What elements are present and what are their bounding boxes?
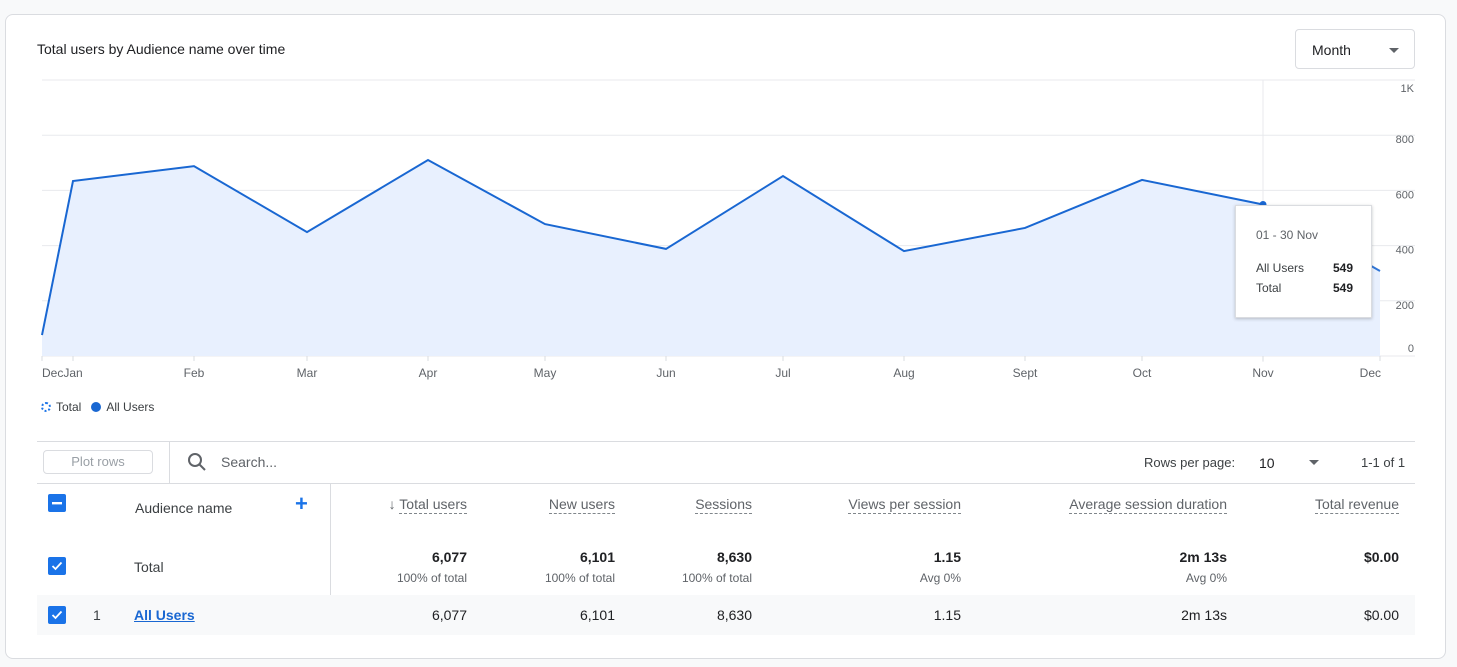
- x-tick-label: Apr: [419, 366, 438, 380]
- line-chart[interactable]: 02004006008001K Dec Jan Feb Mar Apr May Jun Jul…: [0, 0, 1457, 400]
- checkmark-icon: [51, 610, 63, 620]
- table-header: Audience name + ↓ Total users New users …: [37, 483, 1415, 533]
- select-all-checkbox[interactable]: [48, 494, 66, 512]
- dimension-header[interactable]: Audience name: [135, 500, 232, 516]
- tooltip-label: Total: [1256, 281, 1282, 295]
- x-tick-label: May: [534, 366, 557, 380]
- total-total-revenue: $0.00: [1363, 549, 1399, 565]
- total-total-users: 6,077: [431, 549, 467, 565]
- rows-per-page-label: Rows per page:: [1144, 455, 1236, 470]
- x-tick-label: Feb: [184, 366, 205, 380]
- x-tick-label: Aug: [893, 366, 914, 380]
- chevron-down-icon: [1309, 460, 1319, 465]
- cell-views-per-session: 1.15: [933, 607, 961, 623]
- search-input[interactable]: [219, 453, 523, 471]
- cell-total-users: 6,077: [431, 607, 467, 623]
- tooltip-row-all-users: All Users 549: [1256, 261, 1353, 275]
- x-tick-label: Dec: [42, 366, 63, 380]
- x-tick-label: Dec: [1360, 366, 1381, 380]
- minus-icon: [52, 502, 62, 505]
- rows-per-page-select[interactable]: 10: [1259, 452, 1319, 474]
- cell-avg-session-duration: 2m 13s: [1181, 607, 1227, 623]
- checkmark-icon: [51, 561, 63, 571]
- column-header-total-users[interactable]: ↓ Total users: [388, 496, 467, 514]
- tooltip-row-total: Total 549: [1256, 281, 1353, 295]
- legend-label: Total: [56, 400, 82, 414]
- search-box[interactable]: [187, 452, 523, 472]
- plot-rows-button[interactable]: Plot rows: [43, 450, 153, 474]
- tooltip-label: All Users: [1256, 261, 1305, 275]
- pagination-info: 1-1 of 1: [1361, 455, 1406, 470]
- y-tick-label: 1K: [1401, 83, 1415, 95]
- x-tick-label: Jun: [656, 366, 675, 380]
- total-views-per-session-sub: Avg 0%: [919, 571, 961, 585]
- x-tick-label: Oct: [1133, 366, 1152, 380]
- series-area-all-users: [42, 160, 1380, 356]
- sort-arrow-down-icon: ↓: [388, 496, 400, 512]
- x-tick-label: Jan: [63, 366, 82, 380]
- audience-link[interactable]: All Users: [134, 607, 195, 623]
- legend-label: All Users: [106, 400, 155, 414]
- search-icon: [188, 453, 206, 471]
- column-header-views-per-session[interactable]: Views per session: [848, 496, 961, 514]
- dotted-circle-icon: [41, 402, 51, 412]
- x-axis-ticks: Dec Jan Feb Mar Apr May Jun Jul Aug Sept Oct Nov Dec: [41, 355, 1381, 380]
- total-sessions: 8,630: [716, 549, 752, 565]
- chart-legend: Total All Users: [41, 400, 164, 414]
- y-tick-label: 600: [1396, 189, 1414, 201]
- row-index: 1: [93, 607, 101, 623]
- y-tick-label: 0: [1408, 343, 1414, 355]
- total-sessions-sub: 100% of total: [681, 571, 752, 585]
- total-views-per-session: 1.15: [933, 549, 961, 565]
- y-tick-label: 800: [1396, 134, 1414, 146]
- total-row-checkbox[interactable]: [48, 557, 66, 575]
- cell-sessions: 8,630: [716, 607, 752, 623]
- legend-item-total[interactable]: Total: [41, 400, 81, 414]
- tooltip-value: 549: [1332, 281, 1353, 295]
- y-tick-label: 400: [1396, 245, 1414, 257]
- total-avg-session-duration-sub: Avg 0%: [1185, 571, 1227, 585]
- column-header-total-revenue[interactable]: Total revenue: [1314, 496, 1399, 514]
- tooltip-value: 549: [1332, 261, 1353, 275]
- cell-total-revenue: $0.00: [1363, 607, 1399, 623]
- row-checkbox[interactable]: [48, 606, 66, 624]
- x-tick-label: Jul: [775, 366, 790, 380]
- y-axis-ticks: 0 200 400 600 800 1K: [1396, 83, 1415, 355]
- x-tick-label: Mar: [297, 366, 318, 380]
- column-header-sessions[interactable]: Sessions: [695, 496, 752, 514]
- series-layer: [41, 158, 1381, 356]
- legend-item-all-users[interactable]: All Users: [91, 400, 154, 414]
- toolbar-divider: [169, 442, 170, 483]
- x-tick-label: Sept: [1013, 366, 1038, 380]
- rows-per-page-value: 10: [1259, 455, 1275, 471]
- tooltip-date: 01 - 30 Nov: [1256, 228, 1319, 242]
- add-dimension-icon[interactable]: +: [295, 493, 308, 515]
- table-row: 1 All Users 6,077 6,101 8,630 1.15 2m 13…: [37, 595, 1415, 635]
- table-row-total: Total 6,077 100% of total 6,101 100% of …: [37, 533, 1415, 596]
- cell-new-users: 6,101: [579, 607, 615, 623]
- total-total-users-sub: 100% of total: [396, 571, 467, 585]
- y-tick-label: 200: [1396, 300, 1414, 312]
- filled-circle-icon: [91, 402, 102, 412]
- column-header-new-users[interactable]: New users: [548, 496, 615, 514]
- total-new-users-sub: 100% of total: [544, 571, 615, 585]
- table-toolbar: Plot rows Rows per page: 10 1-1 of 1: [37, 441, 1415, 484]
- total-new-users: 6,101: [579, 549, 615, 565]
- chart-tooltip: 01 - 30 Nov All Users 549 Total 549: [1235, 205, 1372, 318]
- total-row-label: Total: [134, 559, 164, 575]
- total-avg-session-duration: 2m 13s: [1179, 549, 1227, 565]
- x-tick-label: Nov: [1252, 366, 1273, 380]
- column-header-average-session-duration[interactable]: Average session duration: [1069, 496, 1227, 514]
